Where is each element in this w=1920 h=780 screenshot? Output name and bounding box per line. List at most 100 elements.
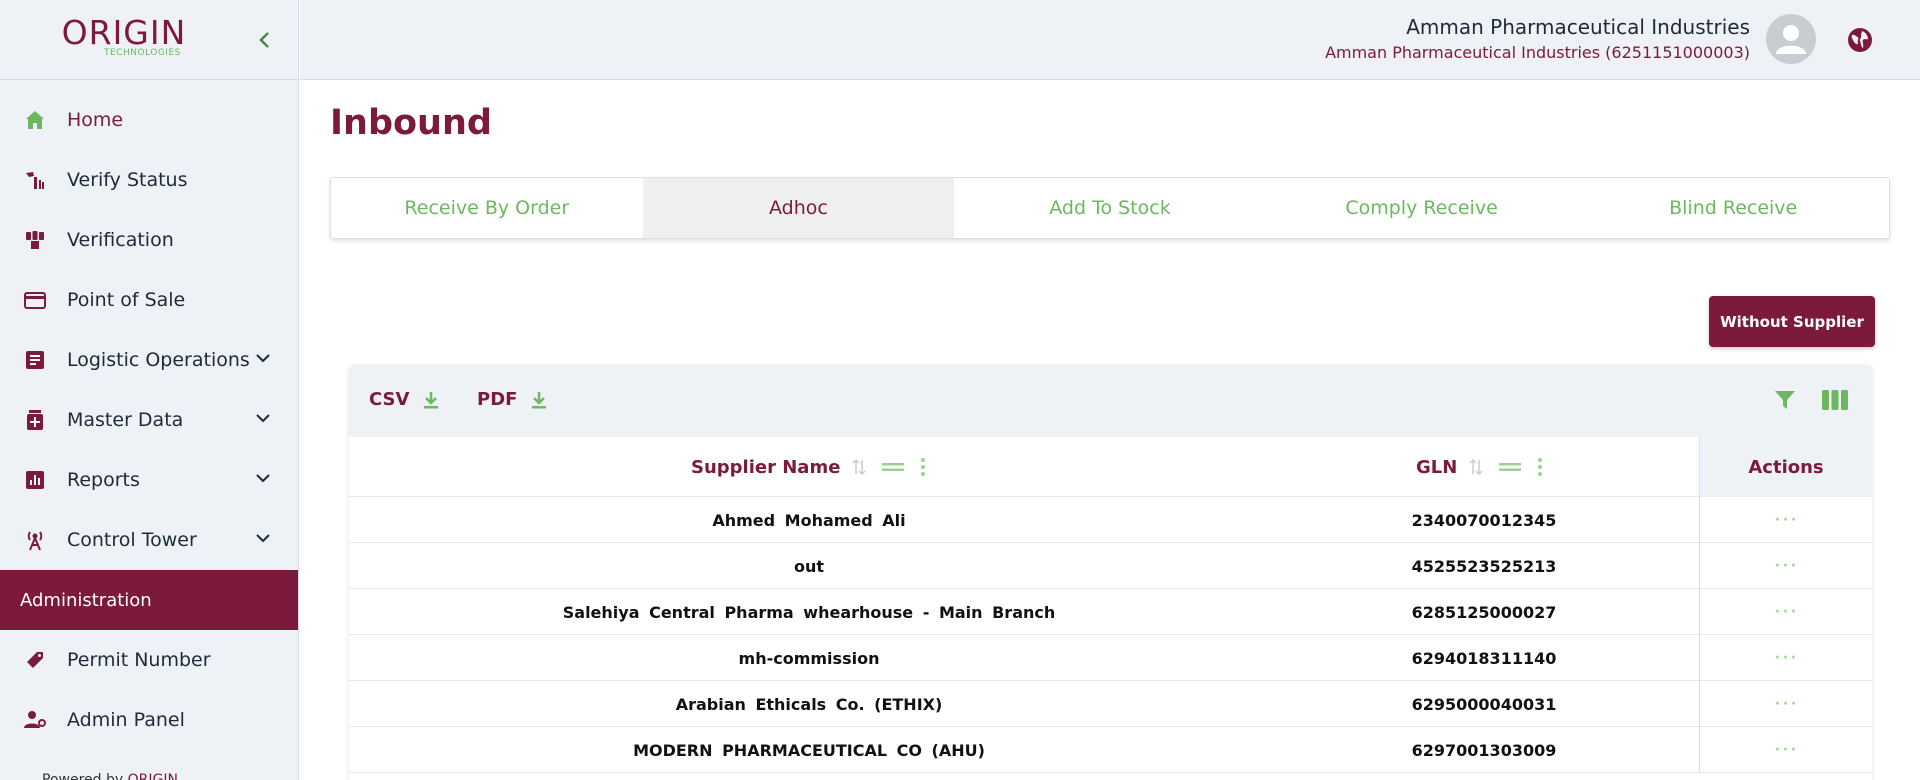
powered-by-text: Powered by bbox=[42, 772, 124, 780]
sidebar-item-label: Verify Status bbox=[67, 169, 188, 191]
row-actions-button[interactable]: ··· bbox=[1699, 727, 1872, 773]
sidebar-nav: Home Verify Status Verification Point of… bbox=[0, 90, 298, 750]
supplier-name-cell: out bbox=[793, 556, 825, 576]
user-cog-icon bbox=[22, 707, 48, 733]
logo-subtext: TECHNOLOGIES bbox=[104, 48, 181, 58]
gln-cell: 6285125000027 bbox=[1411, 602, 1557, 622]
column-title: GLN bbox=[1416, 456, 1458, 478]
table-row[interactable]: mh-commission 6294018311140 ··· bbox=[349, 635, 1872, 681]
supplier-name-cell: mh-commission bbox=[738, 648, 880, 668]
suppliers-grid: CSV PDF Supplier Name GLN Actions Ahmed … bbox=[349, 365, 1872, 780]
chevron-down-icon bbox=[256, 354, 270, 363]
logo-area: ORIGIN TECHNOLOGIES bbox=[0, 0, 298, 80]
row-actions-button[interactable]: ··· bbox=[1699, 543, 1872, 589]
download-icon bbox=[424, 391, 439, 408]
filter-icon[interactable] bbox=[1774, 389, 1796, 411]
verify-status-icon bbox=[22, 167, 48, 193]
origin-logo[interactable]: ORIGIN TECHNOLOGIES bbox=[54, 13, 194, 59]
sidebar-item-master-data[interactable]: Master Data bbox=[0, 390, 298, 450]
sidebar-item-label: Reports bbox=[67, 469, 140, 491]
sidebar-item-reports[interactable]: Reports bbox=[0, 450, 298, 510]
globe-icon[interactable] bbox=[1846, 26, 1874, 54]
sidebar-item-point-of-sale[interactable]: Point of Sale bbox=[0, 270, 298, 330]
export-csv-label: CSV bbox=[369, 389, 410, 410]
page-title: Inbound bbox=[330, 103, 492, 143]
sidebar-item-label: Master Data bbox=[67, 409, 184, 431]
avatar[interactable] bbox=[1766, 14, 1816, 64]
sidebar-item-home[interactable]: Home bbox=[0, 90, 298, 150]
sidebar-item-admin-panel[interactable]: Admin Panel bbox=[0, 690, 298, 750]
powered-by-brand: ORIGIN bbox=[127, 772, 178, 780]
company-name: Amman Pharmaceutical Industries bbox=[1406, 15, 1750, 39]
credit-card-icon bbox=[22, 287, 48, 313]
top-header: Amman Pharmaceutical Industries Amman Ph… bbox=[300, 0, 1920, 80]
table-row[interactable]: Salehiya Central Pharma whearhouse - Mai… bbox=[349, 589, 1872, 635]
sidebar-item-label: Logistic Operations bbox=[67, 349, 250, 371]
grid-toolbar: CSV PDF bbox=[349, 365, 1872, 437]
chevron-down-icon bbox=[256, 474, 270, 483]
administration-section-header: Administration bbox=[0, 570, 298, 630]
gln-cell: 6295000040031 bbox=[1411, 694, 1557, 714]
tag-icon bbox=[22, 647, 48, 673]
home-icon bbox=[22, 107, 48, 133]
user-icon bbox=[1776, 25, 1806, 54]
sort-icon[interactable] bbox=[1469, 458, 1483, 476]
tab-adhoc[interactable]: Adhoc bbox=[642, 178, 955, 238]
column-header-supplier-name[interactable]: Supplier Name bbox=[691, 437, 926, 497]
tower-icon bbox=[22, 527, 48, 553]
supplier-name-cell: Salehiya Central Pharma whearhouse - Mai… bbox=[562, 602, 1056, 622]
sidebar-item-logistic-operations[interactable]: Logistic Operations bbox=[0, 330, 298, 390]
collapse-sidebar-button[interactable] bbox=[254, 26, 274, 54]
bar-chart-icon bbox=[22, 467, 48, 493]
tab-receive-by-order[interactable]: Receive By Order bbox=[331, 178, 643, 238]
drag-handle-icon[interactable] bbox=[1499, 460, 1522, 474]
column-header-actions: Actions bbox=[1699, 437, 1872, 497]
supplier-name-cell: MODERN PHARMACEUTICAL CO (AHU) bbox=[633, 740, 985, 760]
column-menu-icon[interactable] bbox=[1537, 457, 1543, 477]
column-menu-icon[interactable] bbox=[920, 457, 926, 477]
inbound-tabs: Receive By Order Adhoc Add To Stock Comp… bbox=[330, 177, 1890, 239]
tab-comply-receive[interactable]: Comply Receive bbox=[1266, 178, 1578, 238]
logo-text: ORIGIN bbox=[61, 13, 187, 52]
sidebar-item-label: Verification bbox=[67, 229, 174, 251]
document-icon bbox=[22, 347, 48, 373]
tab-blind-receive[interactable]: Blind Receive bbox=[1577, 178, 1889, 238]
company-gln: Amman Pharmaceutical Industries (6251151… bbox=[1325, 43, 1750, 62]
sidebar-item-label: Point of Sale bbox=[67, 289, 186, 311]
row-actions-button[interactable]: ··· bbox=[1699, 635, 1872, 681]
gln-cell: 4525523525213 bbox=[1411, 556, 1557, 576]
gln-cell: 6297001303009 bbox=[1411, 740, 1557, 760]
administration-label: Administration bbox=[20, 589, 152, 611]
supplier-name-cell: Arabian Ethicals Co. (ETHIX) bbox=[675, 694, 943, 714]
table-row[interactable]: Arabian Ethicals Co. (ETHIX) 62950000400… bbox=[349, 681, 1872, 727]
sidebar: ORIGIN TECHNOLOGIES Home Verify Status V… bbox=[0, 0, 299, 780]
export-pdf-button[interactable]: PDF bbox=[477, 389, 547, 410]
column-title: Supplier Name bbox=[691, 456, 841, 478]
export-csv-button[interactable]: CSV bbox=[369, 389, 439, 410]
export-pdf-label: PDF bbox=[477, 389, 518, 410]
columns-icon[interactable] bbox=[1822, 389, 1848, 411]
drag-handle-icon[interactable] bbox=[882, 460, 905, 474]
sidebar-item-control-tower[interactable]: Control Tower bbox=[0, 510, 298, 570]
table-row[interactable]: Ahmed Mohamed Ali 2340070012345 ··· bbox=[349, 497, 1872, 543]
company-info: Amman Pharmaceutical Industries Amman Ph… bbox=[1325, 14, 1750, 66]
chevron-down-icon bbox=[256, 414, 270, 423]
supplier-name-cell: Ahmed Mohamed Ali bbox=[712, 510, 906, 530]
table-row[interactable]: MODERN PHARMACEUTICAL CO (AHU) 629700130… bbox=[349, 727, 1872, 773]
sidebar-item-label: Home bbox=[67, 109, 124, 131]
sidebar-item-verification[interactable]: Verification bbox=[0, 210, 298, 270]
column-header-gln[interactable]: GLN bbox=[1416, 437, 1543, 497]
sidebar-item-permit-number[interactable]: Permit Number bbox=[0, 630, 298, 690]
sidebar-item-label: Admin Panel bbox=[67, 709, 185, 731]
powered-by-footer: Powered by ORIGIN bbox=[42, 772, 178, 780]
table-row[interactable]: out 4525523525213 ··· bbox=[349, 543, 1872, 589]
tab-add-to-stock[interactable]: Add To Stock bbox=[954, 178, 1266, 238]
verification-icon bbox=[22, 227, 48, 253]
row-actions-button[interactable]: ··· bbox=[1699, 589, 1872, 635]
sidebar-item-verify-status[interactable]: Verify Status bbox=[0, 150, 298, 210]
without-supplier-button[interactable]: Without Supplier bbox=[1709, 296, 1875, 347]
grid-header-row: Supplier Name GLN Actions bbox=[349, 437, 1872, 497]
row-actions-button[interactable]: ··· bbox=[1699, 681, 1872, 727]
sort-icon[interactable] bbox=[852, 458, 866, 476]
row-actions-button[interactable]: ··· bbox=[1699, 497, 1872, 543]
